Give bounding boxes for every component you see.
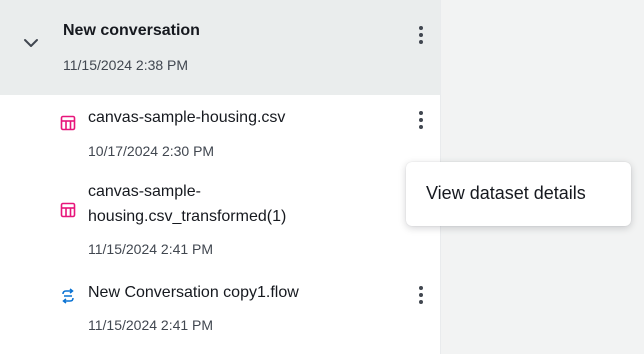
flow-icon (62, 288, 74, 304)
item-name[interactable]: New Conversation copy1.flow (88, 281, 328, 305)
conversation-sidebar: New conversation 11/15/2024 2:38 PM canv… (0, 0, 441, 354)
table-icon (60, 202, 76, 218)
table-icon (60, 115, 76, 131)
item-name-line1[interactable]: canvas-sample- (88, 180, 328, 204)
chevron-down-icon[interactable] (22, 36, 40, 50)
item-more-actions-icon[interactable] (410, 282, 432, 308)
item-name-line2[interactable]: housing.csv_transformed(1) (88, 205, 328, 229)
item-name[interactable]: canvas-sample-housing.csv (88, 106, 328, 130)
context-menu: View dataset details (406, 162, 631, 226)
item-date: 10/17/2024 2:30 PM (88, 143, 215, 159)
conversation-more-actions-icon[interactable] (410, 22, 432, 48)
conversation-title[interactable]: New conversation (63, 22, 200, 40)
item-date: 11/15/2024 2:41 PM (88, 317, 214, 333)
item-more-actions-icon[interactable] (410, 107, 432, 133)
conversation-header[interactable]: New conversation 11/15/2024 2:38 PM (0, 0, 440, 95)
item-date: 11/15/2024 2:41 PM (88, 241, 214, 257)
conversation-date: 11/15/2024 2:38 PM (63, 57, 189, 73)
view-dataset-details-menu-item[interactable]: View dataset details (426, 183, 586, 204)
